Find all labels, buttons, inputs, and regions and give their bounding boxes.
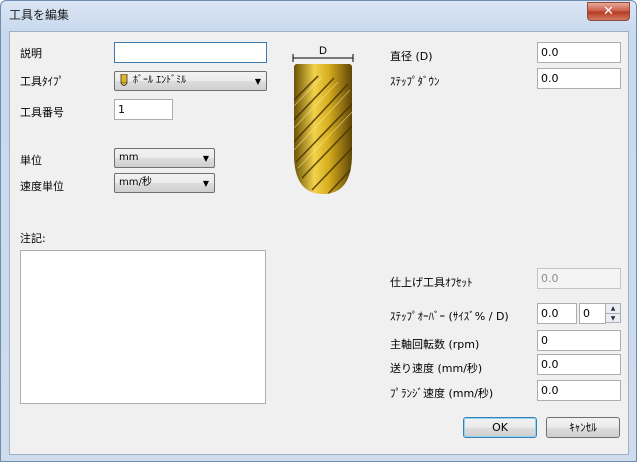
spin-up-icon[interactable]: ▲: [606, 304, 620, 313]
edit-tool-dialog: 工具を編集 ✕ 説明 工具ﾀｲﾌﾟ ﾎﾞｰﾙ ｴﾝﾄﾞﾐﾙ ▼ 工具番号 1 単…: [0, 0, 637, 462]
feed-rate-label: 送り速度 (mm/秒): [390, 362, 483, 375]
tool-number-input[interactable]: 1: [114, 99, 173, 120]
stepover-label: ｽﾃｯﾌﾟｵｰﾊﾞｰ (ｻｲｽﾞ% / D): [390, 310, 509, 323]
diameter-dimension-label: D: [319, 45, 327, 57]
tool-type-label: 工具ﾀｲﾌﾟ: [20, 75, 64, 88]
stepdown-input[interactable]: 0.0: [537, 68, 621, 89]
plunge-rate-label: ﾌﾟﾗﾝｼﾞ速度 (mm/秒): [390, 387, 494, 400]
feed-rate-input[interactable]: 0.0: [537, 354, 621, 375]
tool-number-label: 工具番号: [20, 106, 64, 119]
notes-textarea[interactable]: [20, 250, 266, 404]
description-label: 説明: [20, 47, 42, 60]
chevron-down-icon: ▼: [202, 179, 209, 188]
finish-offset-input: 0.0: [537, 268, 621, 289]
tool-type-select[interactable]: ﾎﾞｰﾙ ｴﾝﾄﾞﾐﾙ ▼: [114, 71, 267, 91]
plunge-rate-input[interactable]: 0.0: [537, 380, 621, 401]
title-bar[interactable]: 工具を編集 ✕: [1, 1, 636, 27]
ball-endmill-icon: [120, 74, 128, 86]
notes-label: 注記:: [20, 232, 46, 245]
chevron-down-icon: ▼: [254, 77, 261, 86]
tool-type-value: ﾎﾞｰﾙ ｴﾝﾄﾞﾐﾙ: [133, 75, 187, 86]
description-input[interactable]: [114, 42, 267, 63]
diameter-label: 直径 (D): [390, 50, 433, 63]
spindle-speed-label: 主軸回転数 (rpm): [390, 338, 480, 351]
finish-offset-label: 仕上げ工具ｵﾌｾｯﾄ: [390, 276, 473, 289]
spin-down-icon[interactable]: ▼: [606, 313, 620, 322]
ok-button[interactable]: OK: [463, 417, 537, 438]
stepdown-label: ｽﾃｯﾌﾟﾀﾞｳﾝ: [390, 75, 440, 88]
stepover-input[interactable]: 0.0: [537, 303, 577, 324]
speed-unit-label: 速度単位: [20, 180, 64, 193]
chevron-down-icon: ▼: [202, 154, 209, 163]
ball-endmill-diagram: D: [292, 45, 354, 194]
speed-unit-select[interactable]: mm/秒 ▼: [114, 173, 215, 193]
unit-label: 単位: [20, 154, 42, 167]
speed-unit-value: mm/秒: [119, 177, 152, 188]
cancel-button[interactable]: ｷｬﾝｾﾙ: [546, 417, 620, 438]
unit-select[interactable]: mm ▼: [114, 148, 215, 168]
stepover-spinner[interactable]: ▲ ▼: [605, 303, 621, 323]
dialog-body: 説明 工具ﾀｲﾌﾟ ﾎﾞｰﾙ ｴﾝﾄﾞﾐﾙ ▼ 工具番号 1 単位 mm ▼ 速…: [9, 31, 629, 455]
close-button[interactable]: ✕: [587, 2, 630, 21]
stepover-percent-input[interactable]: 0: [579, 303, 606, 324]
diameter-input[interactable]: 0.0: [537, 42, 621, 63]
unit-value: mm: [119, 152, 139, 163]
spindle-speed-input[interactable]: 0: [537, 330, 621, 351]
window-title: 工具を編集: [9, 8, 70, 22]
